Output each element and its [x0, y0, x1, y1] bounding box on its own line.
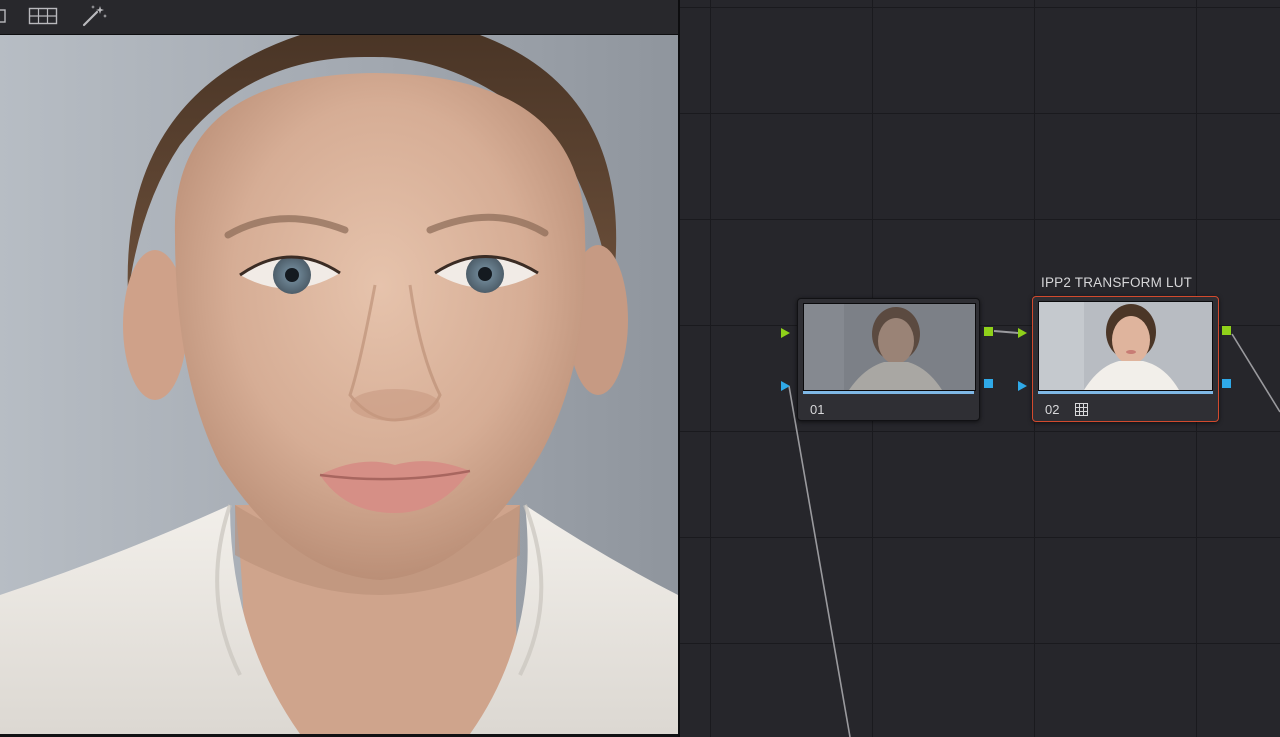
node-01-key-input-port[interactable]: [781, 381, 790, 391]
node-02-rgb-output-port[interactable]: [1222, 326, 1231, 335]
node-01-rgb-output-port[interactable]: [984, 327, 993, 336]
node-02-number: 02: [1045, 402, 1060, 417]
node-02-label: IPP2 TRANSFORM LUT: [1041, 275, 1193, 290]
wire-key-input: [788, 385, 851, 737]
node-01-rgb-input-port[interactable]: [781, 328, 790, 338]
grid-lut-icon: [1075, 403, 1088, 416]
wire-01-to-02: [993, 330, 1019, 334]
magic-wand-icon[interactable]: [78, 4, 110, 28]
node-02-thumbnail: [1038, 301, 1213, 391]
viewer-toolbar: [0, 0, 678, 35]
node-01-bar: [803, 391, 974, 394]
node-02-key-output-port[interactable]: [1222, 379, 1231, 388]
viewer-image: [0, 35, 678, 734]
node-02-key-input-port[interactable]: [1018, 381, 1027, 391]
wire-02-output: [1231, 333, 1280, 413]
node-editor[interactable]: 01 IPP2 TRANSFORM LUT 02: [680, 0, 1280, 737]
node-01-thumbnail: [803, 303, 976, 391]
node-01-key-output-port[interactable]: [984, 379, 993, 388]
node-02-bar: [1038, 391, 1213, 394]
node-01[interactable]: 01: [797, 298, 980, 421]
layout-single-icon[interactable]: [0, 4, 8, 28]
node-01-number: 01: [810, 402, 825, 417]
node-02[interactable]: 02: [1032, 296, 1219, 422]
node-02-rgb-input-port[interactable]: [1018, 328, 1027, 338]
split-screen-grid-icon[interactable]: [26, 4, 60, 28]
